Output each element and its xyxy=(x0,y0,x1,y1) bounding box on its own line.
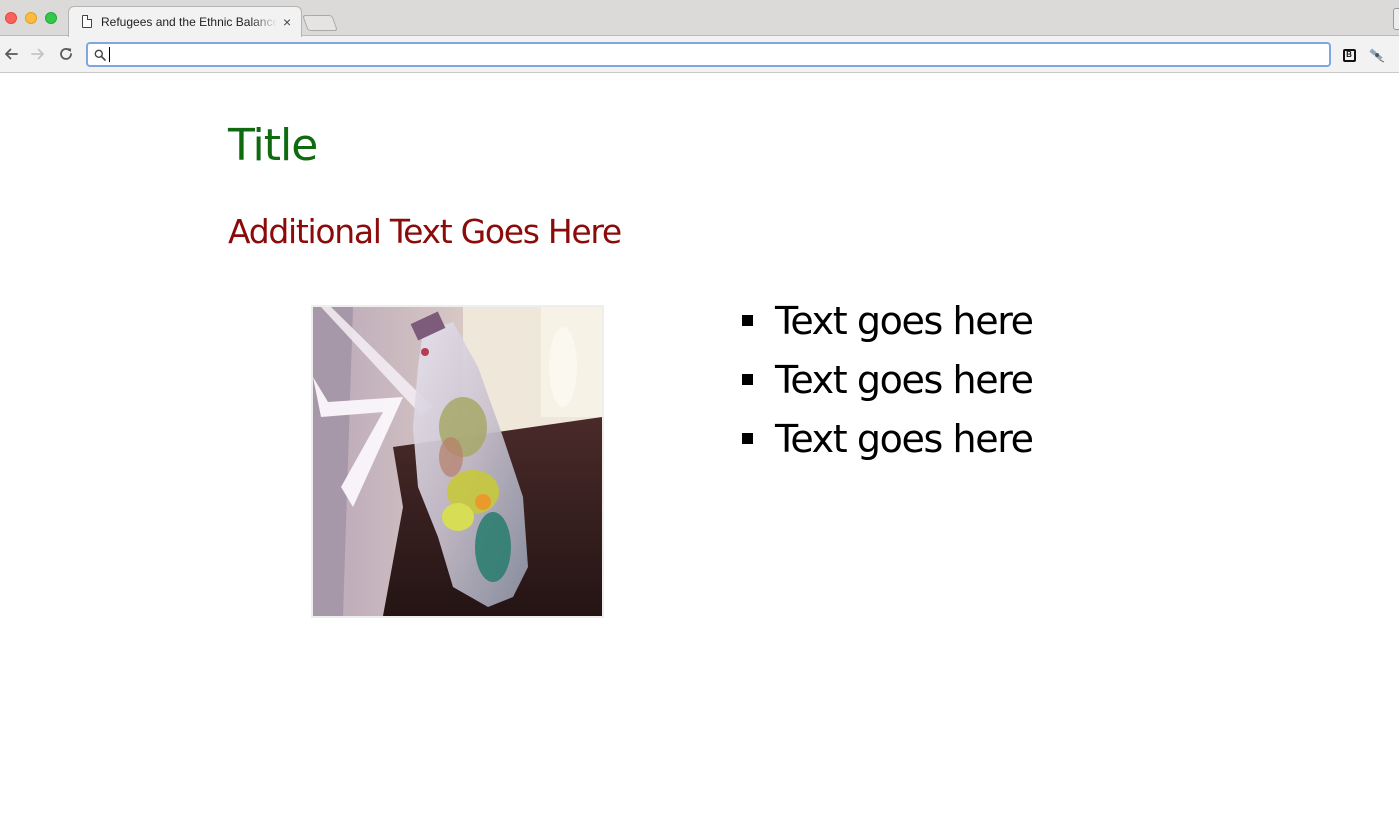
search-icon xyxy=(94,49,106,61)
back-button[interactable] xyxy=(1,44,21,64)
satellite-icon xyxy=(1369,48,1385,63)
list-item: Text goes here xyxy=(742,291,1034,350)
bullet-list: Text goes here Text goes here Text goes … xyxy=(742,291,1034,468)
tab-title: Refugees and the Ethnic Balance xyxy=(101,14,277,29)
page-icon xyxy=(82,15,92,28)
forward-button[interactable] xyxy=(28,44,48,64)
list-item: Text goes here xyxy=(742,409,1034,468)
new-tab-button[interactable] xyxy=(302,15,338,31)
tab-strip: Refugees and the Ethnic Balance × xyxy=(0,0,1399,37)
browser-chrome: Refugees and the Ethnic Balance × B xyxy=(0,0,1399,73)
close-window-button[interactable] xyxy=(5,12,17,24)
photo-image xyxy=(313,307,602,616)
page-title: Title xyxy=(228,120,318,171)
bullet-square-icon xyxy=(742,374,753,385)
address-input[interactable] xyxy=(114,44,1329,65)
arrow-right-icon xyxy=(31,48,44,60)
satellite-extension-button[interactable] xyxy=(1369,47,1385,63)
page-content: Title Additional Text Goes Here Text goe… xyxy=(0,73,1399,821)
reload-icon xyxy=(60,48,72,60)
blogger-icon: B xyxy=(1342,48,1356,62)
active-tab[interactable]: Refugees and the Ethnic Balance × xyxy=(68,6,302,37)
list-item-text: Text goes here xyxy=(775,416,1034,461)
list-item-text: Text goes here xyxy=(775,298,1034,343)
arrow-left-icon xyxy=(5,48,18,60)
blogger-extension-button[interactable]: B xyxy=(1341,47,1357,63)
page-subtitle: Additional Text Goes Here xyxy=(228,212,622,251)
bullet-square-icon xyxy=(742,315,753,326)
minimize-window-button[interactable] xyxy=(25,12,37,24)
list-item: Text goes here xyxy=(742,350,1034,409)
profile-button[interactable] xyxy=(1393,8,1399,30)
bullet-square-icon xyxy=(742,433,753,444)
address-bar[interactable] xyxy=(86,42,1331,67)
text-cursor xyxy=(109,47,110,62)
toolbar: B xyxy=(0,37,1399,72)
reload-button[interactable] xyxy=(56,44,76,64)
tab-close-icon[interactable]: × xyxy=(283,15,291,29)
photo xyxy=(311,305,604,618)
zoom-window-button[interactable] xyxy=(45,12,57,24)
list-item-text: Text goes here xyxy=(775,357,1034,402)
